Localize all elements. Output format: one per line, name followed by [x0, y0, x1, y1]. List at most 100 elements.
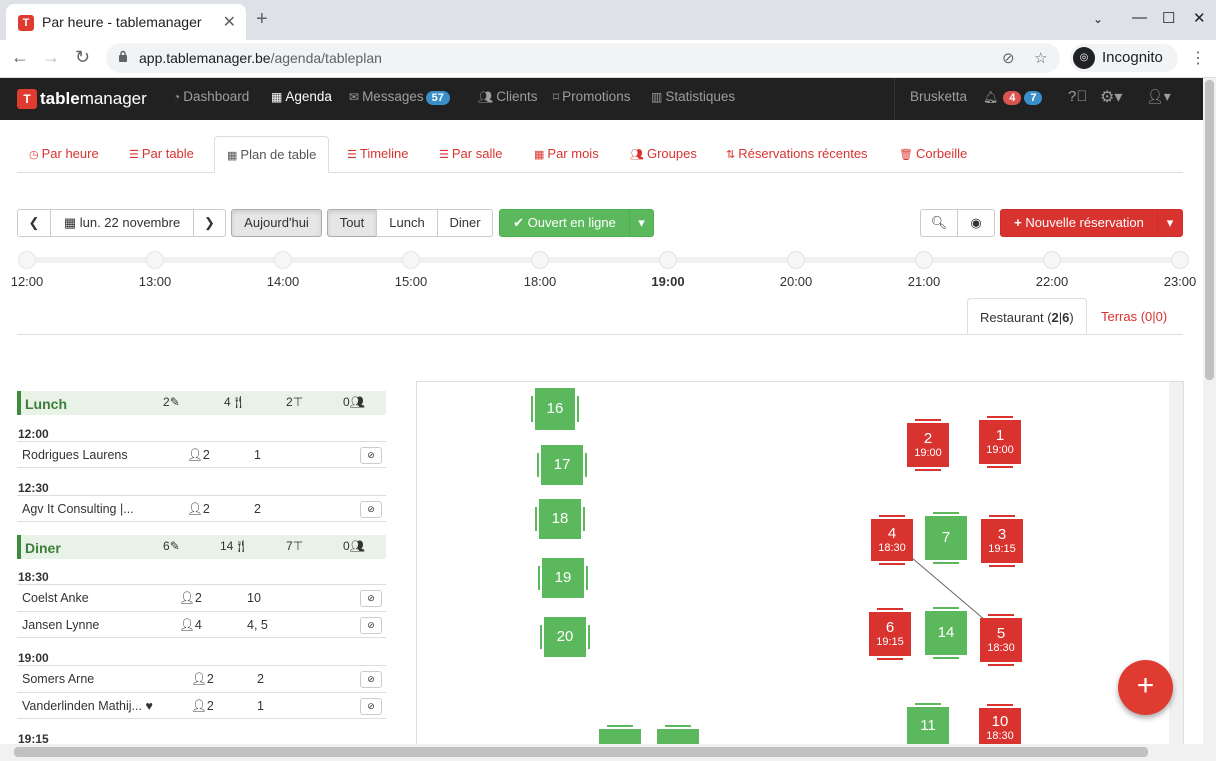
filter-tout-button[interactable]: Tout [327, 209, 377, 237]
tab-groupes[interactable]: 👥︎ Groupes [630, 146, 697, 161]
timeline-label[interactable]: 14:00 [267, 274, 300, 289]
page-scrollbar-thumb[interactable] [1205, 80, 1214, 380]
timeline-label[interactable]: 21:00 [908, 274, 941, 289]
nav-promotions[interactable]: ⌑ Promotions [553, 89, 630, 104]
row-action-button[interactable]: ⊘ [360, 590, 382, 607]
date-picker-button[interactable]: ▦ lun. 22 novembre [50, 209, 194, 237]
window-close-icon[interactable]: ✕ [1193, 9, 1206, 27]
browser-menu-icon[interactable]: ⋮ [1190, 48, 1206, 68]
browser-tab[interactable]: T Par heure - tablemanager ✕ [6, 4, 246, 40]
star-icon[interactable]: ☆ [1034, 49, 1047, 67]
row-action-button[interactable]: ⊘ [360, 617, 382, 634]
nav-messages[interactable]: ✉ Messages 57 [349, 89, 450, 105]
incognito-indicator[interactable]: ◎ Incognito [1070, 44, 1178, 72]
back-icon[interactable]: ← [11, 47, 29, 68]
table-10[interactable]: 10 18:30 [979, 708, 1021, 748]
tab-par-heure[interactable]: ◷ Par heure [29, 146, 99, 161]
timeline-label[interactable]: 22:00 [1036, 274, 1069, 289]
timeline-dot[interactable] [1043, 251, 1061, 269]
reservation-row[interactable]: Rodrigues Laurens 👤︎2 1 ⊘ [17, 441, 386, 468]
filter-lunch-button[interactable]: Lunch [376, 209, 438, 237]
table-2[interactable]: 2 19:00 [907, 423, 949, 467]
table-17[interactable]: 17 [541, 445, 583, 485]
notifications[interactable]: 🔔︎ 4 7 [983, 89, 1043, 105]
close-tab-icon[interactable]: ✕ [223, 12, 236, 32]
timeline-dot[interactable] [274, 251, 292, 269]
forward-icon[interactable]: → [42, 47, 60, 68]
timeline-label[interactable]: 13:00 [139, 274, 172, 289]
tab-par-salle[interactable]: ☰ Par salle [439, 146, 502, 161]
nav-agenda[interactable]: ▦ Agenda [271, 89, 332, 104]
next-day-button[interactable]: ❯ [193, 209, 226, 237]
timeline-dot[interactable] [402, 251, 420, 269]
section-diner[interactable]: Diner 6✎ 14🍴︎ 7⊤ 0👥︎ [17, 535, 386, 559]
nav-dashboard[interactable]: ◔ Dashboard [173, 89, 249, 104]
new-reservation-button[interactable]: + Nouvelle réservation [1000, 209, 1158, 237]
filter-diner-button[interactable]: Diner [437, 209, 493, 237]
floor-plan[interactable]: 16 17 18 19 20 2 19:00 1 19:00 4 18:30 7 3 19:15 6 19:1… [416, 381, 1184, 761]
minimize-icon[interactable]: — [1132, 9, 1147, 26]
timeline-label[interactable]: 19:00 [651, 274, 684, 289]
today-button[interactable]: Aujourd'hui [231, 209, 322, 237]
reservation-row[interactable]: Coelst Anke 👤︎2 10 ⊘ [17, 584, 386, 611]
tab-reservations-recentes[interactable]: ⇅ Réservations récentes [726, 146, 868, 161]
tab-par-mois[interactable]: ▦ Par mois [534, 146, 599, 161]
row-action-button[interactable]: ⊘ [360, 671, 382, 688]
tab-search-icon[interactable]: ⌄ [1093, 12, 1103, 26]
nav-statistiques[interactable]: ▥ Statistiques [651, 89, 735, 104]
reservation-row[interactable]: Vanderlinden Mathij... ♥ 👤︎2 1 ⊘ [17, 692, 386, 719]
tab-timeline[interactable]: ☰ Timeline [347, 146, 409, 161]
timeline-label[interactable]: 20:00 [780, 274, 813, 289]
new-reservation-dropdown[interactable]: ▾ [1157, 209, 1183, 237]
row-action-button[interactable]: ⊘ [360, 698, 382, 715]
timeline-label[interactable]: 12:00 [11, 274, 44, 289]
maximize-icon[interactable]: ☐ [1162, 9, 1175, 27]
new-tab-icon[interactable]: + [256, 8, 268, 30]
online-dropdown-button[interactable]: ▾ [629, 209, 654, 237]
locate-button[interactable]: ◉ [957, 209, 995, 237]
row-action-button[interactable]: ⊘ [360, 447, 382, 464]
table-1[interactable]: 1 19:00 [979, 420, 1021, 464]
tab-plan-de-table[interactable]: ▦ Plan de table [214, 136, 330, 173]
timeline-dot[interactable] [787, 251, 805, 269]
table-6[interactable]: 6 19:15 [869, 612, 911, 656]
timeline-track[interactable] [27, 257, 1182, 263]
search-button[interactable]: 🔍︎ [920, 209, 958, 237]
table-19[interactable]: 19 [542, 558, 584, 598]
address-bar[interactable]: app.tablemanager.be/agenda/tableplan ⊘ ☆ [106, 43, 1060, 73]
timeline-label[interactable]: 18:00 [524, 274, 557, 289]
row-action-button[interactable]: ⊘ [360, 501, 382, 518]
timeline-dot[interactable] [18, 251, 36, 269]
nav-clients[interactable]: 👥︎ Clients [478, 89, 538, 104]
add-fab-button[interactable]: + [1118, 660, 1173, 715]
section-lunch[interactable]: Lunch 2✎ 4🍴︎ 2⊤ 0👥︎ [17, 391, 386, 415]
tab-corbeille[interactable]: 🗑︎ Corbeille [899, 146, 967, 161]
restaurant-name[interactable]: Brusketta [910, 89, 967, 104]
table-3[interactable]: 3 19:15 [981, 519, 1023, 563]
table-16[interactable]: 16 [535, 388, 575, 430]
table-14[interactable]: 14 [925, 611, 967, 655]
timeline-dot[interactable] [659, 251, 677, 269]
timeline-dot[interactable] [146, 251, 164, 269]
timeline-dot[interactable] [915, 251, 933, 269]
help-icon[interactable]: ?⃝ [1068, 88, 1088, 105]
table-7[interactable]: 7 [925, 516, 967, 560]
table-18[interactable]: 18 [539, 499, 581, 539]
reload-icon[interactable]: ↻ [75, 47, 90, 68]
timeline-dot[interactable] [1171, 251, 1189, 269]
timeline-dot[interactable] [531, 251, 549, 269]
tab-restaurant[interactable]: Restaurant (2|6) [967, 298, 1087, 335]
floor-plan-scrollbar[interactable] [1169, 382, 1183, 760]
table-4[interactable]: 4 18:30 [871, 519, 913, 561]
reservation-row[interactable]: Agv It Consulting |... 👤︎2 2 ⊘ [17, 495, 386, 522]
horizontal-scrollbar-thumb[interactable] [14, 747, 1148, 757]
tab-par-table[interactable]: ☰ Par table [129, 146, 194, 161]
timeline-label[interactable]: 15:00 [395, 274, 428, 289]
tab-terras[interactable]: Terras (0|0) [1089, 298, 1179, 335]
table-20[interactable]: 20 [544, 617, 586, 657]
eye-off-icon[interactable]: ⊘ [1002, 49, 1015, 67]
table-11[interactable]: 11 [907, 707, 949, 745]
reservation-row[interactable]: Jansen Lynne 👤︎4 4, 5 ⊘ [17, 611, 386, 638]
user-menu-icon[interactable]: 👤︎▾ [1146, 88, 1171, 105]
timeline-label[interactable]: 23:00 [1164, 274, 1197, 289]
